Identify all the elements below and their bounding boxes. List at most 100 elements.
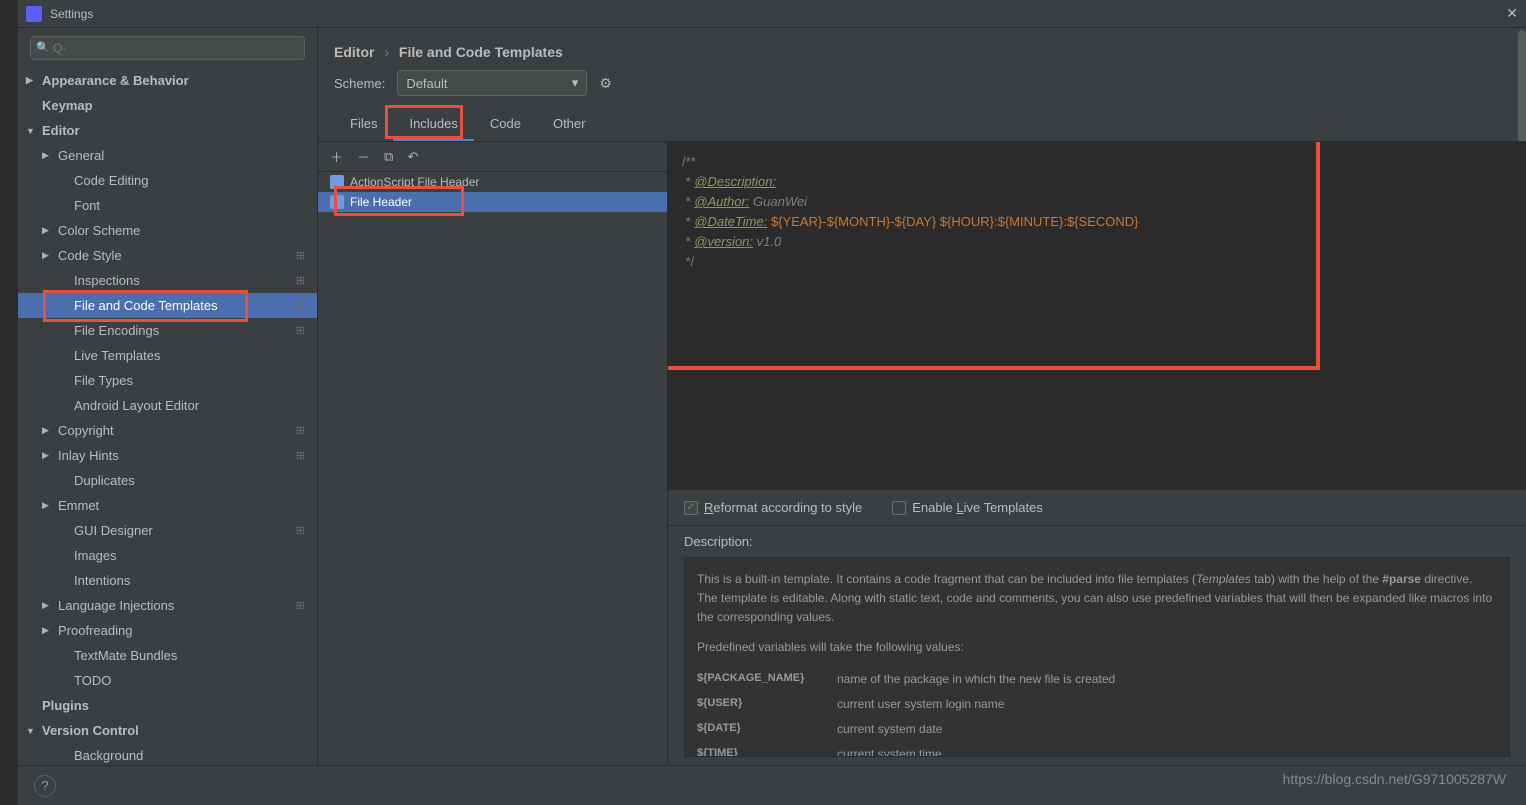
file-icon	[330, 175, 344, 189]
description-section: Description: This is a built-in template…	[668, 525, 1526, 765]
settings-detail-panel: Editor › File and Code Templates Scheme:…	[318, 28, 1526, 765]
gear-icon[interactable]: ⚙	[599, 75, 612, 92]
sidebar-item[interactable]: ▶Appearance & Behavior	[18, 68, 317, 93]
sidebar-item[interactable]: ▶Code Style⊞	[18, 243, 317, 268]
sidebar-item[interactable]: ▶ General	[18, 143, 317, 168]
sidebar-item[interactable]: Code Editing	[18, 168, 317, 193]
sidebar-item[interactable]: Intentions	[18, 568, 317, 593]
code-text: v1.0	[753, 234, 781, 249]
desc-text: This is a built-in template. It contains…	[697, 572, 1196, 586]
breadcrumb-part[interactable]: Editor	[334, 44, 374, 60]
sidebar-item[interactable]: File Encodings ⊞	[18, 318, 317, 343]
template-editor-area: /** * @Description: * @Author: GuanWei *…	[668, 142, 1526, 765]
tree-arrow-icon: ▶	[42, 225, 49, 236]
template-list-item[interactable]: ActionScript File Header	[318, 172, 667, 192]
revert-icon[interactable]: ↶	[407, 149, 418, 165]
sidebar-item[interactable]: ▶Copyright⊞	[18, 418, 317, 443]
templates-list: ActionScript File HeaderFile Header	[318, 172, 667, 765]
scope-badge-icon: ⊞	[296, 324, 305, 337]
sidebar-item[interactable]: Inspections⊞	[18, 268, 317, 293]
titlebar: Settings ✕	[18, 0, 1526, 28]
sidebar-item[interactable]: Font	[18, 193, 317, 218]
scheme-select[interactable]: Default ▾	[397, 70, 587, 96]
sidebar-item[interactable]: ▶Inlay Hints⊞	[18, 443, 317, 468]
copy-icon[interactable]: ⧉	[384, 149, 393, 165]
desc-text: #parse	[1382, 572, 1421, 586]
sidebar-item[interactable]: Live Templates	[18, 343, 317, 368]
tab-code[interactable]: Code	[474, 108, 537, 141]
sidebar-item-label: Background	[74, 748, 143, 763]
sidebar-item-label: Android Layout Editor	[74, 398, 199, 413]
sidebar-item-label: Copyright	[58, 423, 114, 438]
sidebar-item-label: File Types	[74, 373, 133, 388]
checkbox-icon: ✓	[684, 501, 698, 515]
sidebar-item-label: Version Control	[42, 723, 139, 738]
scope-badge-icon: ⊞	[296, 299, 305, 312]
variable-name: ${TIME}	[697, 745, 837, 757]
help-icon[interactable]: ?	[34, 775, 56, 797]
variable-row: ${TIME}current system time	[697, 742, 1497, 757]
scheme-label: Scheme:	[334, 76, 385, 91]
sidebar-item[interactable]: File and Code Templates ⊞	[18, 293, 317, 318]
tab-includes[interactable]: Includes	[393, 108, 473, 141]
desc-text: directive.	[1421, 572, 1472, 586]
tab-other[interactable]: Other	[537, 108, 602, 141]
sidebar-item-label: File and Code Templates	[74, 298, 218, 313]
sidebar-item[interactable]: ▶Language Injections⊞	[18, 593, 317, 618]
description-box[interactable]: This is a built-in template. It contains…	[684, 557, 1510, 757]
remove-icon[interactable]: －	[357, 147, 370, 166]
tab-files[interactable]: Files	[334, 108, 393, 141]
sidebar-item[interactable]: File Types	[18, 368, 317, 393]
sidebar-item[interactable]: ▶Emmet	[18, 493, 317, 518]
template-list-item[interactable]: File Header	[318, 192, 667, 212]
sidebar-item-label: General	[58, 148, 104, 163]
sidebar-item[interactable]: ▶Proofreading	[18, 618, 317, 643]
variable-name: ${USER}	[697, 695, 837, 714]
scope-badge-icon: ⊞	[296, 524, 305, 537]
window-title: Settings	[50, 7, 93, 21]
breadcrumb-separator: ›	[384, 44, 389, 60]
sidebar-item[interactable]: TextMate Bundles	[18, 643, 317, 668]
sidebar-item-label: File Encodings	[74, 323, 159, 338]
template-tabs: FilesIncludesCodeOther	[318, 108, 1526, 142]
description-title: Description:	[684, 534, 1510, 549]
sidebar-item-label: Code Editing	[74, 173, 148, 188]
search-input[interactable]	[30, 36, 305, 60]
code-text: GuanWei	[749, 194, 807, 209]
sidebar-item[interactable]: Images	[18, 543, 317, 568]
tree-arrow-icon: ▶	[42, 150, 49, 161]
sidebar-item-label: Inspections	[74, 273, 140, 288]
live-templates-checkbox[interactable]: Enable Live Templates	[892, 500, 1043, 515]
reformat-checkbox[interactable]: ✓ Reformat according to style	[684, 500, 862, 515]
sidebar-item[interactable]: Keymap	[18, 93, 317, 118]
checkbox-icon	[892, 501, 906, 515]
watermark: https://blog.csdn.net/G971005287W	[1283, 771, 1506, 787]
sidebar-item[interactable]: Android Layout Editor	[18, 393, 317, 418]
tree-arrow-icon: ▶	[42, 500, 49, 511]
code-text: */	[682, 254, 694, 269]
sidebar-item[interactable]: Duplicates	[18, 468, 317, 493]
sidebar-item[interactable]: ▶ Color Scheme	[18, 218, 317, 243]
sidebar-item-label: TextMate Bundles	[74, 648, 177, 663]
tree-arrow-icon: ▼	[26, 126, 35, 136]
sidebar-item-label: Editor	[42, 123, 80, 138]
desc-text: Templates	[1196, 572, 1251, 586]
tree-arrow-icon: ▼	[26, 726, 35, 736]
sidebar-item[interactable]: Background	[18, 743, 317, 765]
add-icon[interactable]: ＋	[330, 147, 343, 166]
code-editor[interactable]: /** * @Description: * @Author: GuanWei *…	[668, 142, 1526, 489]
sidebar-item-label: Live Templates	[74, 348, 160, 363]
templates-list-panel: ＋ － ⧉ ↶ ActionScript File HeaderFile Hea…	[318, 142, 668, 765]
sidebar-item[interactable]: Plugins	[18, 693, 317, 718]
sidebar-item[interactable]: TODO	[18, 668, 317, 693]
code-text: @Description:	[694, 174, 776, 189]
variable-row: ${USER}current user system login name	[697, 692, 1497, 717]
sidebar-item[interactable]: ▼ Editor	[18, 118, 317, 143]
sidebar-item-label: Appearance & Behavior	[42, 73, 189, 88]
sidebar-item[interactable]: ▼ Version Control	[18, 718, 317, 743]
sidebar-item-label: Color Scheme	[58, 223, 140, 238]
code-text: *	[682, 234, 694, 249]
sidebar-item[interactable]: GUI Designer⊞	[18, 518, 317, 543]
close-icon[interactable]: ✕	[1506, 5, 1518, 22]
sidebar-item-label: Duplicates	[74, 473, 135, 488]
